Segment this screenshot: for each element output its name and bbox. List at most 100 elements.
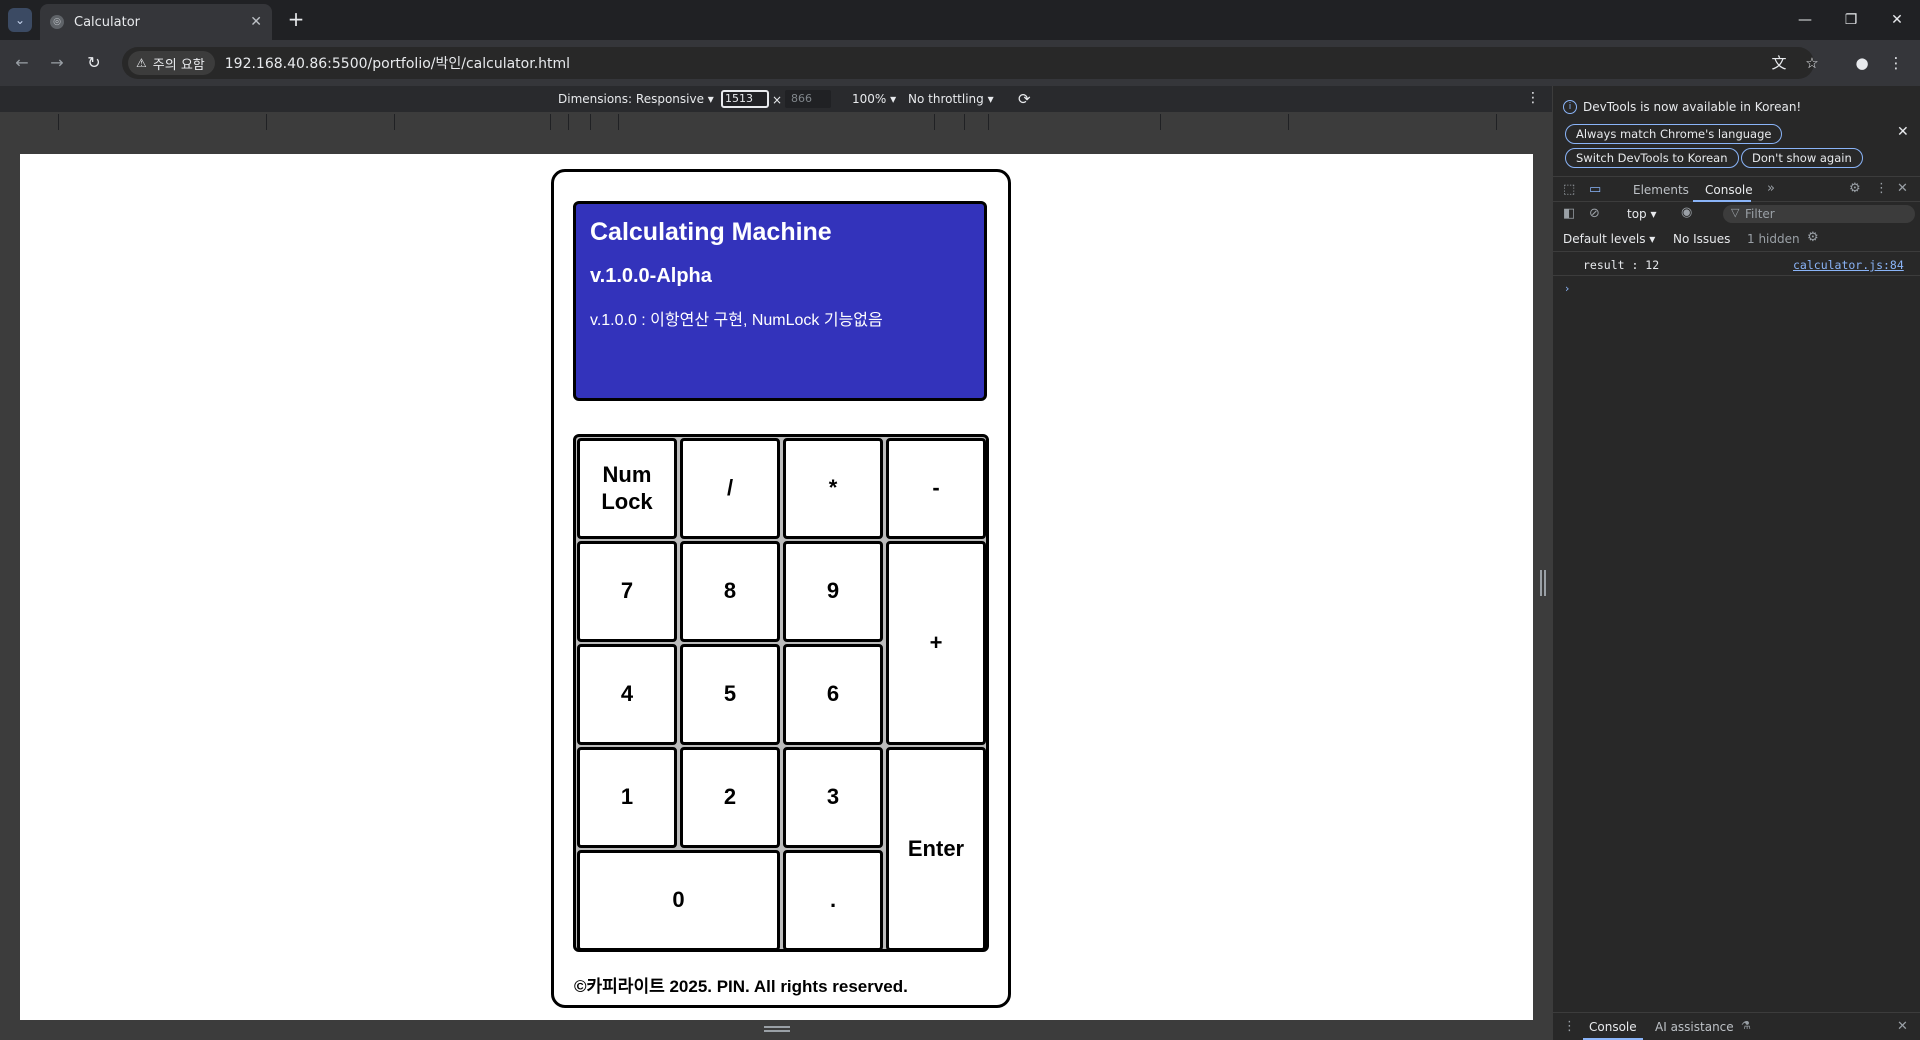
key-enter[interactable]: Enter [886, 747, 986, 951]
viewport-resize-handle-right[interactable] [1540, 570, 1546, 596]
live-expression-eye-icon[interactable]: ◉ [1681, 205, 1692, 220]
bookmark-star-icon[interactable]: ☆ [1800, 51, 1824, 75]
key-minus[interactable]: - [886, 438, 986, 539]
warning-icon: ⚠ [136, 56, 147, 70]
more-tabs-icon[interactable]: » [1767, 181, 1775, 196]
devtools-panel: i DevTools is now available in Korean! ✕… [1552, 86, 1920, 1040]
calculator-title: Calculating Machine [590, 218, 832, 246]
console-prompt-icon[interactable]: › [1565, 282, 1569, 295]
tab-console[interactable]: Console [1705, 183, 1753, 197]
console-toolbar: ◧ ⊘ top ▾ ◉ Filter ▽ [1553, 202, 1920, 226]
close-devtools-icon[interactable]: ✕ [1897, 181, 1908, 196]
copyright-footer: ©카피라이트 2025. PIN. All rights reserved. [574, 977, 908, 996]
console-log-row: result : 12 calculator.js:84 [1553, 254, 1920, 276]
emulated-viewport: Calculating Machine v.1.0.0-Alpha v.1.0.… [20, 154, 1533, 1020]
calculator-card: Calculating Machine v.1.0.0-Alpha v.1.0.… [551, 169, 1011, 1008]
security-label: 주의 요함 [152, 57, 205, 73]
key-9[interactable]: 9 [783, 541, 883, 642]
key-dot[interactable]: . [783, 850, 883, 951]
hidden-counter: 1 hidden [1747, 232, 1800, 246]
dimensions-times: × [772, 93, 783, 107]
dont-show-again-button[interactable]: Don't show again [1741, 148, 1863, 168]
new-tab-button[interactable]: + [284, 8, 308, 32]
device-toolbar-more-icon[interactable]: ⋮ [1526, 90, 1540, 106]
device-toggle-icon[interactable]: ▭ [1589, 182, 1601, 197]
key-4[interactable]: 4 [577, 644, 677, 745]
default-levels-dropdown[interactable]: Default levels ▾ [1563, 232, 1655, 246]
back-icon[interactable]: ← [10, 51, 34, 75]
reload-icon[interactable]: ↻ [82, 51, 106, 75]
profile-icon[interactable]: ● [1850, 51, 1874, 75]
browser-tab[interactable]: ◎ Calculator ✕ [40, 4, 272, 40]
switch-to-korean-button[interactable]: Switch DevTools to Korean [1565, 148, 1739, 168]
inspect-element-icon[interactable]: ⬚ [1563, 182, 1575, 197]
key-1[interactable]: 1 [577, 747, 677, 848]
dimensions-dropdown[interactable]: Dimensions: Responsive ▾ [558, 92, 714, 106]
width-input[interactable]: 1513 [721, 90, 769, 108]
key-divide[interactable]: / [680, 438, 780, 539]
devtools-menu-icon[interactable]: ⋮ [1875, 181, 1888, 196]
translate-icon[interactable]: 文 [1767, 51, 1791, 75]
always-match-language-button[interactable]: Always match Chrome's language [1565, 124, 1783, 144]
flask-icon: ⚗ [1741, 1019, 1751, 1032]
rotate-icon[interactable]: ⟳ [1018, 90, 1031, 108]
calculator-release-note: v.1.0.0 : 이항연산 구현, NumLock 기능없음 [590, 312, 883, 329]
key-plus[interactable]: + [886, 541, 986, 745]
minimize-icon[interactable]: — [1790, 8, 1820, 32]
key-6[interactable]: 6 [783, 644, 883, 745]
key-multiply[interactable]: * [783, 438, 883, 539]
viewport-resize-handle-bottom[interactable] [764, 1026, 790, 1032]
key-8[interactable]: 8 [680, 541, 780, 642]
url-text[interactable]: 192.168.40.86:5500/portfolio/박인/calculat… [225, 53, 570, 73]
address-bar[interactable]: ⚠ 주의 요함 192.168.40.86:5500/portfolio/박인/… [122, 47, 1814, 79]
zoom-dropdown[interactable]: 100% ▾ [852, 92, 896, 106]
drawer-tab-ai-assistance[interactable]: AI assistance [1655, 1020, 1734, 1034]
key-numlock[interactable]: Num Lock [577, 438, 677, 539]
sidebar-toggle-icon[interactable]: ◧ [1563, 206, 1575, 221]
console-filter-input[interactable]: Filter [1723, 205, 1915, 223]
close-drawer-icon[interactable]: ✕ [1897, 1019, 1908, 1034]
devtools-tab-bar: ⬚ ▭ Elements Console » ⚙ ⋮ ✕ [1553, 176, 1920, 202]
context-selector[interactable]: top ▾ [1627, 207, 1657, 221]
browser-toolbar: ← → ↻ ⚠ 주의 요함 192.168.40.86:5500/portfol… [0, 40, 1920, 86]
issues-counter[interactable]: No Issues [1673, 232, 1730, 246]
console-log-source-link[interactable]: calculator.js:84 [1793, 258, 1904, 272]
devtools-drawer-tabs: ⋮ Console AI assistance ⚗ ✕ [1553, 1012, 1920, 1040]
filter-placeholder: Filter [1745, 207, 1775, 221]
console-log-message: result : 12 [1583, 258, 1660, 272]
restore-icon[interactable]: ❐ [1836, 8, 1866, 32]
device-toolbar: Dimensions: Responsive ▾ 1513 × 866 100%… [0, 86, 1552, 112]
close-banner-icon[interactable]: ✕ [1897, 124, 1909, 140]
language-banner-text: DevTools is now available in Korean! [1583, 100, 1802, 114]
drawer-tab-console[interactable]: Console [1589, 1020, 1637, 1034]
calculator-version: v.1.0.0-Alpha [590, 265, 712, 287]
media-query-ruler [0, 112, 1552, 132]
tab-elements[interactable]: Elements [1633, 183, 1689, 197]
height-input[interactable]: 866 [785, 90, 831, 108]
key-2[interactable]: 2 [680, 747, 780, 848]
throttling-dropdown[interactable]: No throttling ▾ [908, 92, 994, 106]
forward-icon[interactable]: → [45, 51, 69, 75]
drawer-menu-icon[interactable]: ⋮ [1563, 1019, 1576, 1034]
settings-gear-icon[interactable]: ⚙ [1849, 181, 1861, 196]
close-tab-icon[interactable]: ✕ [250, 14, 262, 30]
filter-funnel-icon: ▽ [1731, 206, 1740, 219]
tab-title: Calculator [74, 14, 141, 30]
menu-kebab-icon[interactable]: ⋮ [1884, 51, 1908, 75]
security-chip[interactable]: ⚠ 주의 요함 [128, 51, 215, 75]
keypad: Num Lock / * - 7 8 9 + 4 5 6 1 2 3 Enter… [573, 434, 989, 952]
clear-console-icon[interactable]: ⊘ [1589, 206, 1600, 221]
calculator-display: Calculating Machine v.1.0.0-Alpha v.1.0.… [573, 201, 987, 401]
console-settings-icon[interactable]: ⚙ [1807, 230, 1819, 245]
tab-search-button[interactable]: ⌄ [8, 8, 32, 32]
close-window-icon[interactable]: ✕ [1882, 8, 1912, 32]
key-0[interactable]: 0 [577, 850, 780, 951]
key-5[interactable]: 5 [680, 644, 780, 745]
globe-icon: ◎ [50, 15, 64, 29]
key-3[interactable]: 3 [783, 747, 883, 848]
console-levels-bar: Default levels ▾ No Issues 1 hidden ⚙ [1553, 226, 1920, 252]
chevron-down-icon: ⌄ [14, 13, 26, 27]
device-stage: Calculating Machine v.1.0.0-Alpha v.1.0.… [0, 132, 1552, 1040]
browser-tab-strip: ⌄ ◎ Calculator ✕ + — ❐ ✕ [0, 0, 1920, 40]
key-7[interactable]: 7 [577, 541, 677, 642]
